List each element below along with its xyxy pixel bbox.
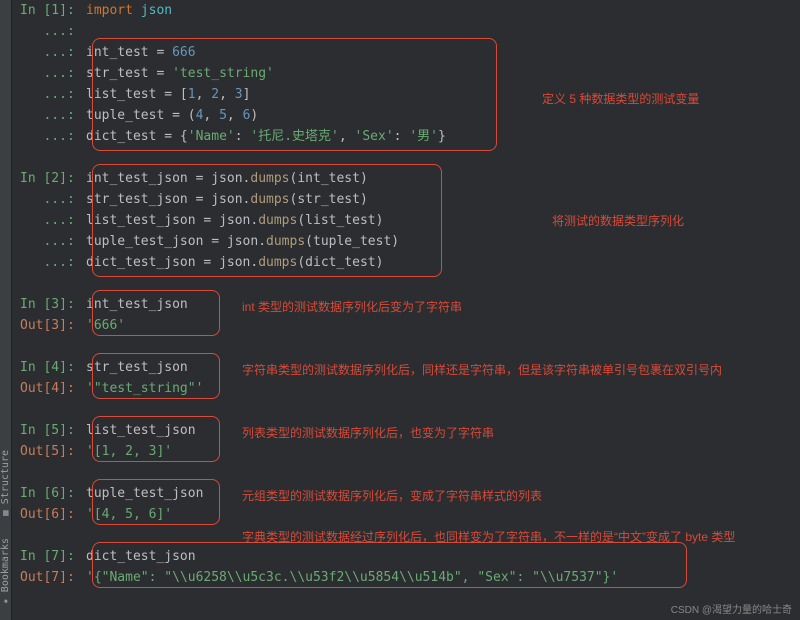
code-line: str_test_json = json.dumps(str_test) — [86, 189, 368, 210]
cont-prompt: ...: — [12, 84, 86, 105]
annotation-4: 字符串类型的测试数据序列化后，同样还是字符串，但是该字符串被单引号包裹在双引号内 — [242, 361, 722, 378]
code-line: tuple_test_json = json.dumps(tuple_test) — [86, 231, 399, 252]
in-prompt-7: In [7]: — [12, 546, 86, 567]
watermark: CSDN @渴望力量的哈士奇 — [671, 601, 792, 616]
cont-prompt: ...: — [12, 105, 86, 126]
annotation-2: 将测试的数据类型序列化 — [552, 212, 684, 229]
output-line: '[4, 5, 6]' — [86, 504, 172, 525]
output-line: '[1, 2, 3]' — [86, 441, 172, 462]
cont-prompt: ...: — [12, 63, 86, 84]
output-line: '666' — [86, 315, 125, 336]
annotation-5: 列表类型的测试数据序列化后，也变为了字符串 — [242, 424, 494, 441]
in-prompt-5: In [5]: — [12, 420, 86, 441]
code-line: int_test_json — [86, 294, 188, 315]
annotation-1: 定义 5 种数据类型的测试变量 — [542, 90, 699, 107]
annotation-6: 元组类型的测试数据序列化后，变成了字符串样式的列表 — [242, 487, 542, 504]
in-prompt-2: In [2]: — [12, 168, 86, 189]
cont-prompt: ...: — [12, 189, 86, 210]
code-line: dict_test_json — [86, 546, 196, 567]
code-line: tuple_test = (4, 5, 6) — [86, 105, 258, 126]
code-line: str_test_json — [86, 357, 188, 378]
out-prompt-4: Out[4]: — [12, 378, 86, 399]
annotation-3: int 类型的测试数据序列化后变为了字符串 — [242, 298, 462, 315]
side-tab-bookmarks[interactable]: ★Bookmarks — [0, 528, 11, 616]
out-prompt-6: Out[6]: — [12, 504, 86, 525]
output-line: '"test_string"' — [86, 378, 203, 399]
code-line: dict_test = {'Name': '托尼.史塔克', 'Sex': '男… — [86, 126, 446, 147]
code-line: import json — [86, 0, 172, 21]
code-line: str_test = 'test_string' — [86, 63, 274, 84]
in-prompt-4: In [4]: — [12, 357, 86, 378]
cont-prompt: ...: — [12, 210, 86, 231]
cont-prompt: ...: — [12, 231, 86, 252]
side-tab-bar: ▦Structure ★Bookmarks — [0, 0, 12, 620]
code-line: int_test_json = json.dumps(int_test) — [86, 168, 368, 189]
side-tab-structure[interactable]: ▦Structure — [0, 440, 11, 528]
code-line: list_test_json — [86, 420, 196, 441]
in-prompt-6: In [6]: — [12, 483, 86, 504]
out-prompt-5: Out[5]: — [12, 441, 86, 462]
cont-prompt: ...: — [12, 252, 86, 273]
code-line: list_test = [1, 2, 3] — [86, 84, 250, 105]
output-line: '{"Name": "\\u6258\\u5c3c.\\u53f2\\u5854… — [86, 567, 618, 588]
code-line: int_test = 666 — [86, 42, 196, 63]
code-line: dict_test_json = json.dumps(dict_test) — [86, 252, 383, 273]
code-area[interactable]: In [1]: import json ...: ...: int_test =… — [12, 0, 800, 620]
cont-prompt: ...: — [12, 126, 86, 147]
cont-prompt: ...: — [12, 42, 86, 63]
annotation-7: 字典类型的测试数据经过序列化后，也同样变为了字符串，不一样的是“中文”变成了 b… — [242, 528, 735, 545]
in-prompt-3: In [3]: — [12, 294, 86, 315]
cont-prompt: ...: — [12, 21, 86, 42]
code-line: tuple_test_json — [86, 483, 203, 504]
code-line: list_test_json = json.dumps(list_test) — [86, 210, 383, 231]
out-prompt-7: Out[7]: — [12, 567, 86, 588]
out-prompt-3: Out[3]: — [12, 315, 86, 336]
in-prompt-1: In [1]: — [12, 0, 86, 21]
